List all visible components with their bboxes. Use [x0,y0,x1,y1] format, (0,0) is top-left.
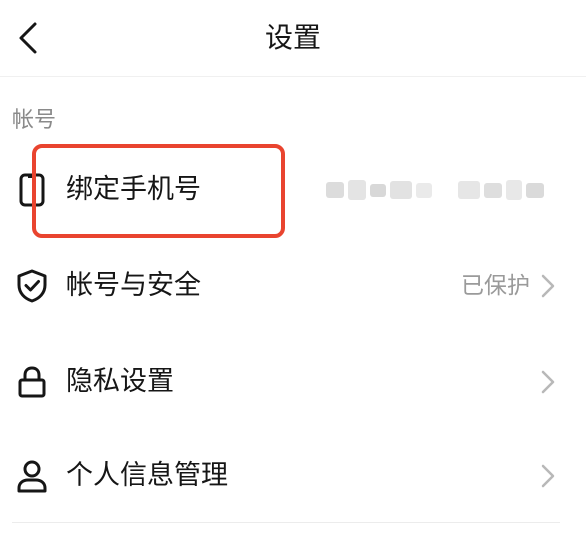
settings-item-label: 绑定手机号 [66,174,201,205]
chevron-right-icon [541,370,555,394]
page-title: 设置 [264,21,321,54]
settings-item-personal-info[interactable]: 个人信息管理 [0,436,586,516]
chevron-right-icon [541,464,555,488]
settings-item-label: 个人信息管理 [66,460,228,491]
chevron-right-icon [541,274,555,298]
settings-item-account-security[interactable]: 帐号与安全 已保护 [0,246,586,326]
security-status-value: 已保护 [461,273,530,299]
lock-icon [18,366,46,398]
settings-item-label: 隐私设置 [66,366,174,397]
phone-icon [19,173,45,207]
masked-phone-number [326,180,544,200]
section-title-account: 帐号 [12,108,57,133]
settings-item-bind-phone[interactable]: 绑定手机号 [0,150,586,230]
settings-item-privacy[interactable]: 隐私设置 [0,342,586,422]
list-divider [12,522,560,523]
navigation-bar: 设置 [0,0,586,77]
shield-check-icon [17,269,47,303]
settings-page: 设置 帐号 绑定手机号 帐号与安全 已保护 隐私设置 个人信息管理 [0,0,586,536]
settings-item-label: 帐号与安全 [66,270,201,301]
user-icon [17,460,47,493]
